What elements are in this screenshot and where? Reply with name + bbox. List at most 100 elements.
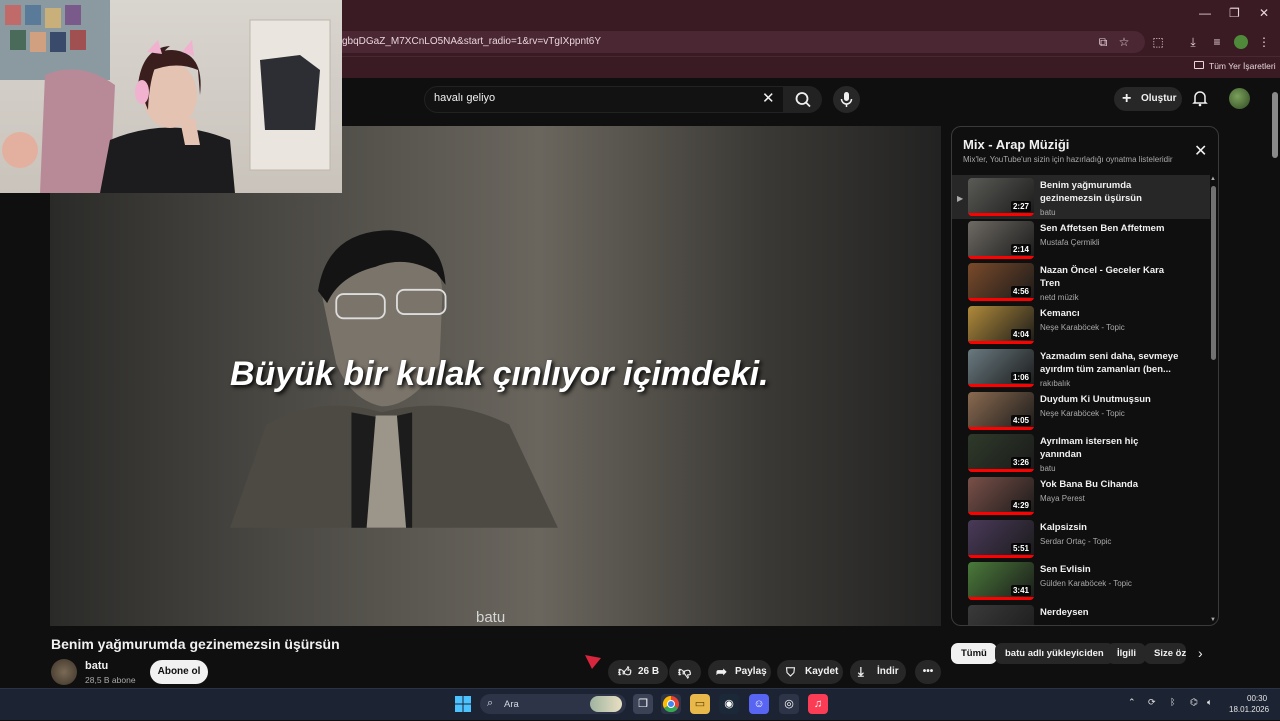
subscribe-button[interactable]: Abone ol <box>150 660 208 684</box>
playlist-item[interactable]: 4:05 Duydum Ki Unutmuşsun Neşe Karaböcek -… <box>952 389 1210 433</box>
file-explorer-icon[interactable]: ▭ <box>690 694 710 714</box>
scroll-down-icon[interactable]: ▼ <box>1210 617 1216 623</box>
playlist-title[interactable]: Mix - Arap Müziği <box>963 137 1069 152</box>
chip-related[interactable]: İlgili <box>1107 643 1146 664</box>
playlist-thumbnail[interactable]: 3:41 <box>968 562 1034 601</box>
all-bookmarks-link[interactable]: Tüm Yer İşaretleri <box>1209 61 1276 71</box>
playlist-item[interactable]: 4:56 Nazan Öncel - Geceler Kara Tren netd … <box>952 260 1210 304</box>
playlist-item[interactable]: 2:14 Sen Affetsen Ben Affetmem Mustafa Çer… <box>952 218 1210 262</box>
more-actions-button[interactable]: ••• <box>915 660 941 684</box>
save-button[interactable]: ⛉ Kaydet <box>777 660 843 684</box>
playlist-item-channel[interactable]: Maya Perest <box>1040 494 1180 503</box>
playlist-thumbnail[interactable]: 2:14 <box>968 220 1034 259</box>
playlist-item-title[interactable]: Nazan Öncel - Geceler Kara Tren <box>1040 264 1180 290</box>
clock-date[interactable]: 18.01.2026 <box>1229 705 1269 714</box>
playlist-item[interactable]: 4:04 Kemancı Neşe Karaböcek - Topic <box>952 303 1210 347</box>
playlist-item-title[interactable]: Nerdeysen <box>1040 606 1180 619</box>
network-icon[interactable]: ⌬ <box>1190 697 1198 708</box>
playlist-item-channel[interactable]: Neşe Karaböcek - Topic <box>1040 323 1180 332</box>
playlist-item-title[interactable]: Benim yağmurumda gezinemezsin üşürsün <box>1040 179 1180 205</box>
browser-menu-icon[interactable]: ⋮ <box>1256 34 1272 50</box>
playlist-item[interactable]: ▶ 2:27 Benim yağmurumda gezinemezsin üşürs… <box>952 175 1210 219</box>
playlist-item-channel[interactable]: Serdar Ortaç - Topic <box>1040 537 1180 546</box>
extensions-icon[interactable]: ⬚ <box>1150 34 1166 50</box>
chip-for-you[interactable]: Size öz <box>1144 643 1186 664</box>
downloads-icon[interactable]: ⤓ <box>1185 34 1201 50</box>
playlist-item-title[interactable]: Sen Affetsen Ben Affetmem <box>1040 222 1180 235</box>
share-button[interactable]: ➦ Paylaş <box>708 660 771 684</box>
steam-icon[interactable]: ◉ <box>719 694 739 714</box>
like-button[interactable]: 👍︎ 26 B <box>608 660 668 684</box>
playlist-item[interactable]: 3:41 Sen Evlisin Gülden Karaböcek - Topic <box>952 559 1210 603</box>
playlist-item-title[interactable]: Yok Bana Bu Cihanda <box>1040 478 1180 491</box>
playlist-item[interactable]: Nerdeysen <box>952 602 1210 625</box>
close-window-button[interactable]: ✕ <box>1259 6 1269 20</box>
sync-icon[interactable]: ⟳ <box>1148 697 1156 708</box>
channel-name[interactable]: batu <box>85 660 108 672</box>
playlist-item[interactable]: 5:51 Kalpsizsin Serdar Ortaç - Topic <box>952 517 1210 561</box>
playlist-item-channel[interactable]: netd müzik <box>1040 293 1180 302</box>
playlist-item-title[interactable]: Ayrılmam istersen hiç yanından <box>1040 435 1180 461</box>
search-button[interactable] <box>784 86 822 113</box>
clear-search-icon[interactable]: ✕ <box>762 89 775 107</box>
download-button[interactable]: ⤓ İndir <box>850 660 906 684</box>
playlist-scroll-thumb[interactable] <box>1211 186 1216 360</box>
task-view-icon[interactable]: ❐ <box>633 694 653 714</box>
playlist-thumbnail[interactable]: 4:04 <box>968 306 1034 345</box>
playlist-thumbnail[interactable] <box>968 605 1034 625</box>
playlist-item-title[interactable]: Kalpsizsin <box>1040 521 1180 534</box>
maximize-button[interactable]: ❐ <box>1229 6 1240 20</box>
playlist-item-title[interactable]: Kemancı <box>1040 307 1180 320</box>
install-app-icon[interactable]: ⧉ <box>1095 34 1111 50</box>
url-text[interactable]: gbqDGaZ_M7XCnLO5NA&start_radio=1&rv=vTgI… <box>342 36 601 47</box>
create-button[interactable]: + Oluştur <box>1114 87 1182 111</box>
page-scroll-thumb[interactable] <box>1272 92 1278 158</box>
discord-icon[interactable]: ☺ <box>749 694 769 714</box>
notifications-button[interactable] <box>1191 89 1209 107</box>
bluetooth-icon[interactable]: ᛒ <box>1170 697 1175 707</box>
account-avatar[interactable] <box>1229 88 1250 109</box>
obs-icon[interactable]: ◎ <box>779 694 799 714</box>
playlist-item[interactable]: 1:06 Yazmadım seni daha, sevmeye ayırdım … <box>952 346 1210 390</box>
chip-from-uploader[interactable]: batu adlı yükleyiciden <box>995 643 1114 664</box>
bookmark-star-icon[interactable]: ☆ <box>1116 34 1132 50</box>
minimize-button[interactable]: — <box>1199 6 1211 20</box>
playlist-thumbnail[interactable]: 4:05 <box>968 391 1034 430</box>
tray-chevron-icon[interactable]: ⌃ <box>1128 697 1136 708</box>
channel-avatar[interactable] <box>51 659 77 685</box>
scroll-up-icon[interactable]: ▲ <box>1210 176 1216 182</box>
music-app-icon[interactable]: ♫ <box>808 694 828 714</box>
windows-start-icon[interactable] <box>455 696 471 712</box>
video-player[interactable]: Büyük bir kulak çınlıyor içimdeki. <box>50 126 941 626</box>
chevron-right-icon[interactable]: › <box>1198 645 1203 661</box>
playlist-item-title[interactable]: Duydum Ki Unutmuşsun <box>1040 393 1180 406</box>
chrome-icon[interactable] <box>661 694 681 714</box>
playlist-item[interactable]: 3:26 Ayrılmam istersen hiç yanından batu <box>952 431 1210 475</box>
search-input[interactable]: havalı geliyo <box>434 92 495 104</box>
playlist-item-channel[interactable]: rakıbalık <box>1040 379 1180 388</box>
playlist-thumbnail[interactable]: 4:56 <box>968 263 1034 302</box>
playlist-thumbnail[interactable]: 1:06 <box>968 348 1034 387</box>
playlist-thumbnail[interactable]: 3:26 <box>968 434 1034 473</box>
playlist-item-title[interactable]: Sen Evlisin <box>1040 563 1180 576</box>
playlist-item-channel[interactable]: Neşe Karaböcek - Topic <box>1040 409 1180 418</box>
playlist-item-channel[interactable]: batu <box>1040 208 1180 217</box>
playlist-thumbnail[interactable]: 2:27 <box>968 178 1034 216</box>
profile-avatar[interactable] <box>1234 35 1248 49</box>
playlist-item[interactable]: 4:29 Yok Bana Bu Cihanda Maya Perest <box>952 474 1210 518</box>
thumbs-down-icon: 👎︎ <box>678 664 692 679</box>
playlist-thumbnail[interactable]: 5:51 <box>968 519 1034 558</box>
playlist-item-channel[interactable]: Gülden Karaböcek - Topic <box>1040 579 1180 588</box>
clock-time[interactable]: 00:30 <box>1247 694 1267 703</box>
playlist-thumbnail[interactable]: 4:29 <box>968 476 1034 515</box>
voice-search-button[interactable] <box>833 86 860 113</box>
reading-list-icon[interactable]: ≡ <box>1209 34 1225 50</box>
close-playlist-icon[interactable]: ✕ <box>1194 141 1207 161</box>
playlist-item-channel[interactable]: Mustafa Çermikli <box>1040 238 1180 247</box>
page-scrollbar[interactable] <box>1271 80 1280 690</box>
playlist-item-channel[interactable]: batu <box>1040 464 1180 473</box>
dislike-button[interactable]: 👎︎ <box>669 660 701 684</box>
playlist-item-title[interactable]: Yazmadım seni daha, sevmeye ayırdım tüm … <box>1040 350 1180 376</box>
volume-icon[interactable]: 🔈︎ <box>1207 697 1212 708</box>
chip-all[interactable]: Tümü <box>951 643 997 664</box>
